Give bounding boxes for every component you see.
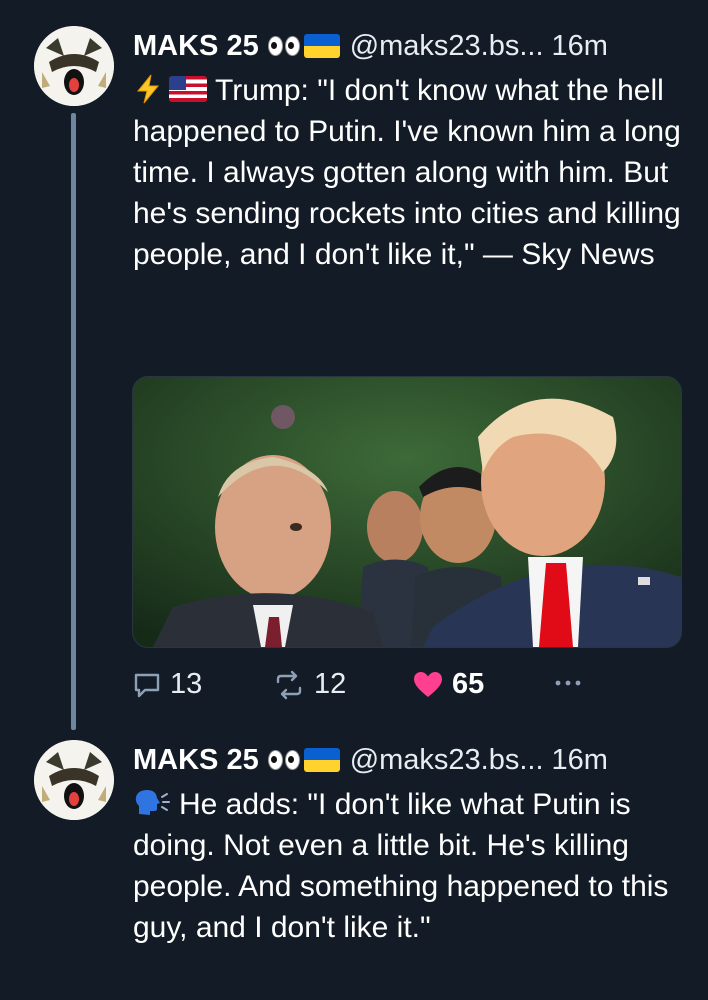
eyes-emoji-icon <box>267 36 300 56</box>
eyes-emoji-icon <box>267 750 300 770</box>
reply-button[interactable]: 13 <box>132 668 202 701</box>
heart-icon <box>414 671 442 697</box>
avatar[interactable] <box>34 26 114 106</box>
photo-icon <box>133 377 681 647</box>
author-name[interactable]: MAKS 25 <box>133 29 259 63</box>
like-count: 65 <box>452 668 485 700</box>
post-time[interactable]: 16m <box>552 29 608 63</box>
post-header: MAKS 25 @maks23.bs... 16m <box>133 743 684 777</box>
speaking-head-icon <box>135 790 170 815</box>
repost-button[interactable]: 12 <box>272 668 346 701</box>
avatar-illustration-icon <box>34 740 114 820</box>
thread-line <box>71 113 76 730</box>
repost-icon <box>276 670 302 699</box>
avatar-illustration-icon <box>34 26 114 106</box>
ellipsis-icon <box>555 680 581 686</box>
avatar[interactable] <box>34 740 114 820</box>
like-button[interactable]: 65 <box>412 668 484 701</box>
lightning-icon <box>136 74 160 104</box>
us-flag-icon <box>169 76 207 102</box>
reply-count: 13 <box>170 668 203 700</box>
repost-count: 12 <box>314 668 347 700</box>
comment-icon <box>134 673 160 697</box>
post-time[interactable]: 16m <box>552 743 608 777</box>
author-name[interactable]: MAKS 25 <box>133 743 259 777</box>
post-image[interactable] <box>132 376 682 648</box>
post-text: He adds: "I don't like what Putin is doi… <box>133 788 669 944</box>
post-actions: 13 12 65 <box>132 668 692 708</box>
post-text-container: He adds: "I don't like what Putin is doi… <box>133 784 693 948</box>
post-text: Trump: "I don't know what the hell happe… <box>133 74 681 271</box>
ukraine-flag-icon <box>303 34 340 58</box>
more-options-button[interactable] <box>552 668 584 698</box>
author-handle[interactable]: @maks23.bs... <box>350 743 544 777</box>
post-text-container: Trump: "I don't know what the hell happe… <box>133 70 693 275</box>
ukraine-flag-icon <box>303 748 340 772</box>
post-header: MAKS 25 @maks23.bs... 16m <box>133 29 684 63</box>
author-handle[interactable]: @maks23.bs... <box>350 29 544 63</box>
